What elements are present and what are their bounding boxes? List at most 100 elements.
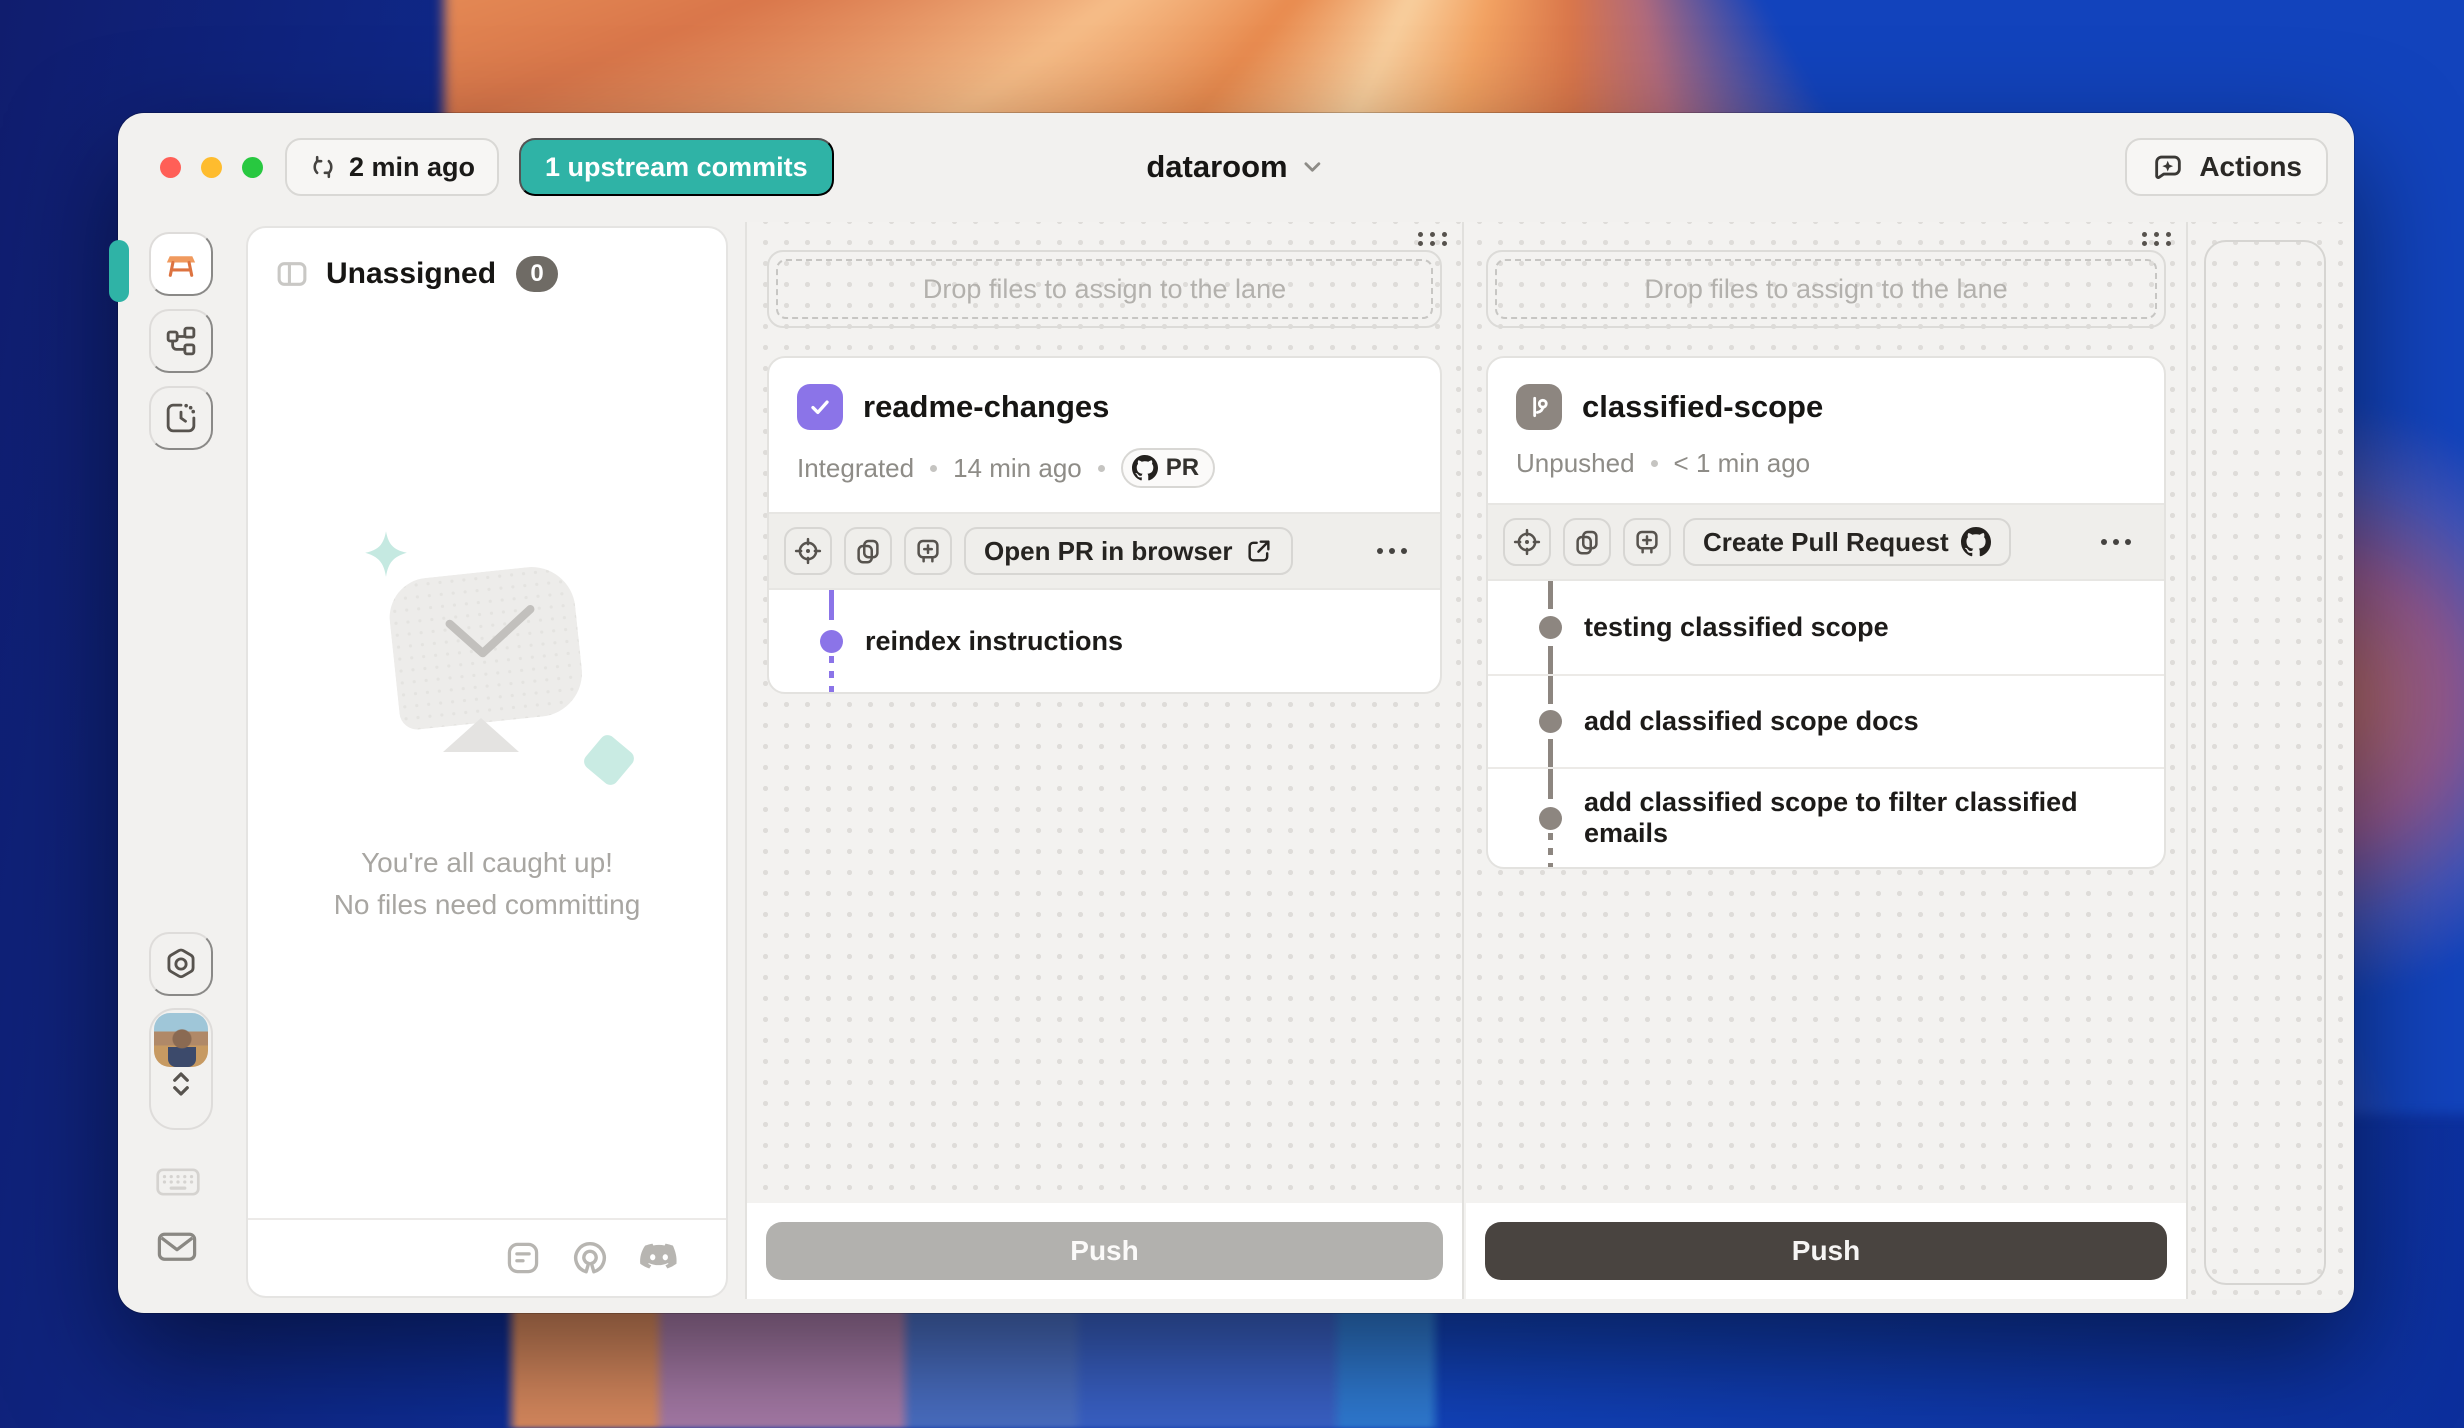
keyboard-icon[interactable]: [155, 1165, 201, 1199]
branch-card-classified-scope: classified-scope Unpushed < 1 min ago: [1486, 356, 2166, 869]
branch-status: Integrated: [797, 453, 914, 484]
sidebar-item-workspace[interactable]: [149, 232, 213, 296]
branch-toolbar: Open PR in browser: [769, 512, 1440, 590]
empty-blob-stand: [443, 718, 519, 752]
empty-state-title: You're all caught up!: [248, 842, 726, 884]
commit-dot: [1539, 807, 1562, 830]
add-review-button[interactable]: [1623, 518, 1671, 566]
close-window-button[interactable]: [160, 157, 181, 178]
branch-name[interactable]: readme-changes: [863, 389, 1109, 425]
lanes-canvas: Drop files to assign to the lane readme-…: [745, 222, 2354, 1299]
lane-classified-scope: Drop files to assign to the lane classif…: [1466, 222, 2188, 1299]
chevron-up-down-icon: [166, 1067, 196, 1101]
fullscreen-window-button[interactable]: [242, 157, 263, 178]
empty-state-subtitle: No files need committing: [248, 884, 726, 926]
copy-button[interactable]: [844, 527, 892, 575]
drop-zone-hint: Drop files to assign to the lane: [776, 259, 1433, 319]
commit-row[interactable]: add classified scope to filter classifie…: [1488, 767, 2164, 867]
unassigned-panel: Unassigned 0 You're all caught up! No fi…: [246, 226, 728, 1298]
commit-rail-dotted: [829, 656, 834, 692]
user-avatar: [154, 1013, 208, 1067]
push-button[interactable]: Push: [766, 1222, 1443, 1280]
file-drop-zone[interactable]: Drop files to assign to the lane: [767, 250, 1442, 328]
lane-drag-handle[interactable]: [1414, 230, 1450, 248]
lane-footer: Push: [747, 1203, 1462, 1299]
commit-list: reindex instructions: [769, 590, 1440, 692]
unassigned-title: Unassigned: [326, 257, 496, 291]
upstream-commits-badge[interactable]: 1 upstream commits: [519, 138, 834, 196]
commit-rail-line: [1548, 646, 1553, 674]
unassigned-footer: [248, 1218, 726, 1296]
branch-card-readme-changes: readme-changes Integrated 14 min ago PR: [767, 356, 1442, 694]
pr-badge-label: PR: [1166, 454, 1199, 482]
commit-dot: [1539, 710, 1562, 733]
next-lane-strip: [2190, 222, 2354, 1299]
branch-glyph-icon: [1516, 384, 1562, 430]
commit-rail-line: [1548, 676, 1553, 704]
commit-message: reindex instructions: [865, 626, 1123, 657]
commit-message: add classified scope to filter classifie…: [1584, 787, 2164, 849]
sync-refresh-icon: [309, 153, 337, 181]
sidebar-item-history[interactable]: [149, 386, 213, 450]
push-button[interactable]: Push: [1485, 1222, 2167, 1280]
meta-separator-dot: [930, 465, 937, 472]
changelog-icon[interactable]: [504, 1239, 542, 1277]
titlebar: 2 min ago 1 upstream commits dataroom Ac…: [118, 113, 2354, 221]
project-switcher[interactable]: dataroom: [1146, 113, 1325, 221]
gear-icon: [163, 946, 199, 982]
sidebar-item-branches[interactable]: [149, 309, 213, 373]
sync-time-label: 2 min ago: [349, 152, 475, 183]
history-clock-icon: [163, 400, 199, 436]
traffic-lights: [160, 157, 263, 178]
copy-button[interactable]: [1563, 518, 1611, 566]
create-pull-request-button[interactable]: Create Pull Request: [1683, 518, 2011, 566]
commit-row[interactable]: reindex instructions: [769, 590, 1440, 692]
check-icon: [435, 598, 545, 668]
branch-name[interactable]: classified-scope: [1582, 389, 1823, 425]
commit-dot: [1539, 616, 1562, 639]
open-source-icon[interactable]: [570, 1238, 610, 1278]
branch-status: Unpushed: [1516, 448, 1635, 479]
pr-badge[interactable]: PR: [1121, 448, 1215, 488]
commit-message: testing classified scope: [1584, 612, 1889, 643]
actions-sparkle-icon: [2151, 150, 2185, 184]
commit-message: add classified scope docs: [1584, 706, 1919, 737]
split-panel-icon: [274, 256, 310, 292]
empty-state-illustration: [327, 528, 647, 798]
minimize-window-button[interactable]: [201, 157, 222, 178]
meta-separator-dot: [1098, 465, 1105, 472]
lane-readme-changes: Drop files to assign to the lane readme-…: [747, 222, 1464, 1299]
open-pr-button[interactable]: Open PR in browser: [964, 527, 1293, 575]
empty-lane-outline: [2204, 240, 2326, 1285]
integrated-check-icon: [797, 384, 843, 430]
target-commit-button[interactable]: [784, 527, 832, 575]
commit-rail-line: [1548, 769, 1553, 799]
sync-status-button[interactable]: 2 min ago: [285, 138, 499, 196]
commit-dot: [820, 630, 843, 653]
branch-updated-time: 14 min ago: [953, 453, 1082, 484]
sidebar: [118, 221, 245, 1313]
discord-icon[interactable]: [638, 1241, 680, 1275]
branch-toolbar: Create Pull Request: [1488, 503, 2164, 581]
commit-row[interactable]: testing classified scope: [1488, 581, 2164, 674]
meta-separator-dot: [1651, 460, 1658, 467]
unassigned-count-badge: 0: [516, 256, 558, 292]
mail-icon[interactable]: [155, 1228, 199, 1264]
commit-row[interactable]: add classified scope docs: [1488, 674, 2164, 767]
app-window: 2 min ago 1 upstream commits dataroom Ac…: [118, 113, 2354, 1313]
add-review-button[interactable]: [904, 527, 952, 575]
workspace-table-icon: [162, 245, 200, 283]
more-options-button[interactable]: [1369, 540, 1415, 562]
create-pr-label: Create Pull Request: [1703, 527, 1949, 558]
target-commit-button[interactable]: [1503, 518, 1551, 566]
more-options-button[interactable]: [2093, 531, 2139, 553]
commit-list: testing classified scope add classified …: [1488, 581, 2164, 867]
settings-button[interactable]: [149, 932, 213, 996]
profile-switcher[interactable]: [149, 1008, 213, 1130]
chevron-down-icon: [1300, 154, 1326, 180]
github-icon: [1132, 455, 1158, 481]
project-name: dataroom: [1146, 149, 1287, 185]
lane-drag-handle[interactable]: [2138, 230, 2174, 248]
actions-button[interactable]: Actions: [2125, 138, 2328, 196]
file-drop-zone[interactable]: Drop files to assign to the lane: [1486, 250, 2166, 328]
